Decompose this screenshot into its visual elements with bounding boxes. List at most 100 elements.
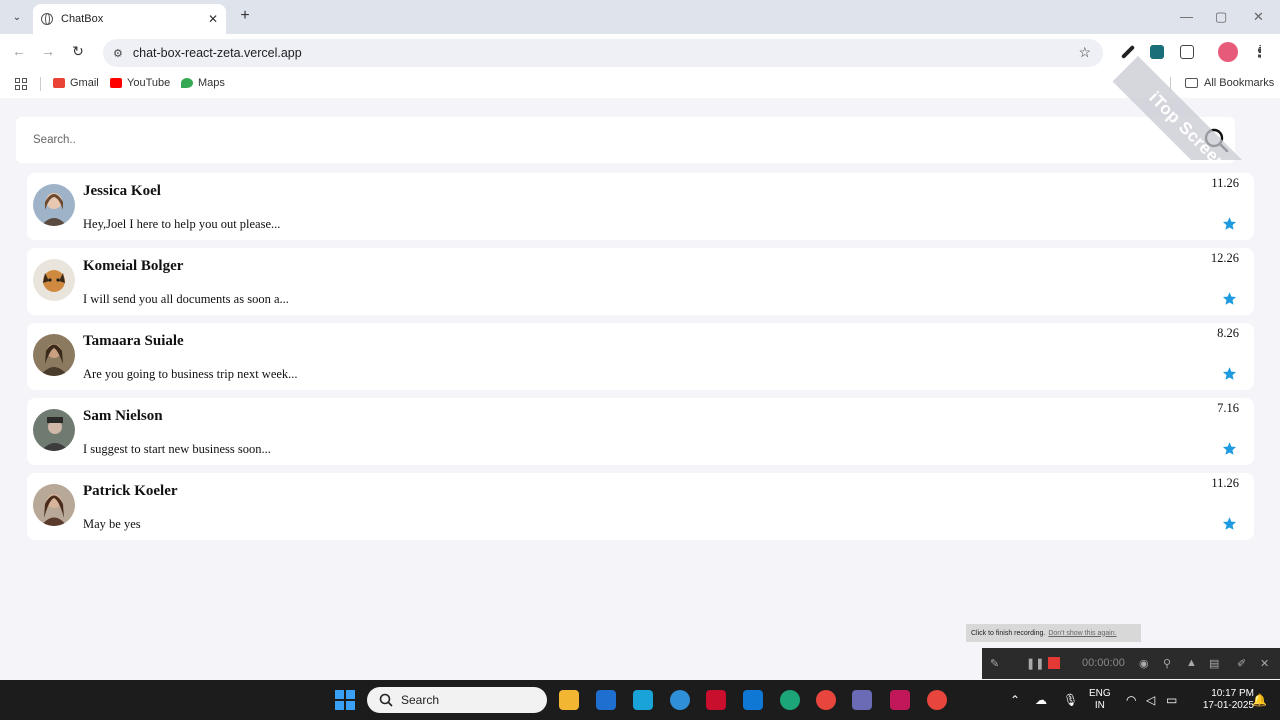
close-window-icon[interactable]: ✕	[1253, 9, 1264, 25]
speaker-icon[interactable]: ◁	[1146, 693, 1155, 707]
tab-close-icon[interactable]: ✕	[208, 12, 218, 26]
star-icon[interactable]	[1222, 441, 1237, 456]
region-code: IN	[1094, 700, 1105, 711]
taskbar-search-icon	[379, 693, 393, 707]
app-icon[interactable]	[852, 690, 872, 710]
new-tab-button[interactable]: +	[236, 7, 254, 25]
file-explorer-icon[interactable]	[559, 690, 579, 710]
volume-icon[interactable]: ▲	[1186, 657, 1197, 669]
bookmark-gmail[interactable]: Gmail	[53, 77, 99, 89]
pen-icon[interactable]: ✎	[990, 657, 999, 670]
tab-title: ChatBox	[61, 13, 104, 25]
browser-tab-bar: ⌄ ChatBox ✕ + — ▢ ✕	[0, 0, 1280, 34]
avatar	[33, 409, 75, 451]
profile-avatar[interactable]	[1218, 42, 1238, 62]
site-settings-icon[interactable]: ⚙	[113, 47, 123, 60]
battery-icon[interactable]: ▭	[1166, 693, 1177, 707]
chat-message: May be yes	[83, 517, 141, 531]
chat-time: 7.16	[1217, 401, 1239, 415]
recorder-toolbar: ✎ ❚❚ 00:00:00 ◉ ⚲ ▲ ▤ ✐ ✕	[982, 648, 1280, 679]
star-icon[interactable]	[1222, 291, 1237, 306]
onedrive-icon[interactable]: ☁	[1035, 693, 1047, 707]
chat-time: 11.26	[1211, 176, 1239, 190]
microphone-icon[interactable]: 🎙	[1063, 693, 1078, 707]
bookmark-star-icon[interactable]: ☆	[1078, 44, 1091, 61]
forward-button[interactable]: →	[39, 43, 57, 59]
address-bar[interactable]: ⚙ chat-box-react-zeta.vercel.app ☆	[103, 39, 1103, 67]
chrome-icon[interactable]	[816, 690, 836, 710]
tab-list-button[interactable]: ⌄	[6, 6, 28, 28]
extensions-puzzle-icon[interactable]	[1180, 45, 1194, 59]
chat-item[interactable]: Patrick Koeler May be yes 11.26	[27, 473, 1254, 540]
chat-overlay-icon[interactable]: ▤	[1209, 657, 1219, 670]
menu-kebab-icon[interactable]	[1258, 45, 1262, 59]
bookmark-maps[interactable]: Maps	[181, 77, 225, 89]
chat-item[interactable]: Jessica Koel Hey,Joel I here to help you…	[27, 173, 1254, 240]
globe-icon	[41, 13, 53, 25]
reload-button[interactable]: ↻	[69, 43, 87, 60]
vscode-icon[interactable]	[743, 690, 763, 710]
stop-recording-button[interactable]	[1048, 657, 1060, 669]
all-bookmarks-button[interactable]: All Bookmarks	[1185, 77, 1274, 89]
chat-item[interactable]: Komeial Bolger I will send you all docum…	[27, 248, 1254, 315]
avatar	[33, 334, 75, 376]
search-bar	[16, 117, 1235, 163]
clock[interactable]: 10:17 PM 17-01-2025	[1194, 688, 1254, 712]
language-indicator[interactable]: ENG IN	[1089, 688, 1111, 712]
extension-icon[interactable]	[1150, 45, 1164, 59]
pause-icon[interactable]: ❚❚	[1026, 657, 1044, 670]
chat-list: Jessica Koel Hey,Joel I here to help you…	[27, 173, 1254, 548]
chat-message: Are you going to business trip next week…	[83, 367, 298, 381]
youtube-icon	[110, 78, 122, 88]
mcafee-icon[interactable]	[706, 690, 726, 710]
chatbox-page: Jessica Koel Hey,Joel I here to help you…	[0, 98, 1280, 680]
recorder-tip-text: Click to finish recording.	[971, 629, 1046, 637]
search-icon[interactable]	[1203, 127, 1229, 153]
clock-date: 17-01-2025	[1202, 700, 1254, 711]
bookmark-separator	[1170, 77, 1171, 91]
zoom-icon[interactable]: ⚲	[1163, 657, 1171, 670]
windows-start-icon[interactable]	[335, 690, 355, 710]
chat-name: Patrick Koeler	[83, 483, 178, 499]
recorder-dismiss-link[interactable]: Don't show this again.	[1048, 630, 1116, 637]
star-icon[interactable]	[1222, 216, 1237, 231]
star-icon[interactable]	[1222, 366, 1237, 381]
avatar	[33, 484, 75, 526]
chat-message: I will send you all documents as soon a.…	[83, 292, 289, 306]
edit-icon[interactable]: ✐	[1237, 657, 1246, 670]
folder-icon	[1185, 78, 1198, 88]
camera-icon[interactable]: ◉	[1139, 657, 1149, 670]
gmail-icon	[53, 78, 65, 88]
store-icon[interactable]	[596, 690, 616, 710]
search-input[interactable]	[16, 117, 1186, 163]
wifi-icon[interactable]: ◠	[1126, 693, 1136, 707]
tray-chevron-icon[interactable]: ⌃	[1010, 693, 1020, 707]
edge-icon[interactable]	[780, 690, 800, 710]
chrome-profile-icon[interactable]	[927, 690, 947, 710]
bookmark-separator	[40, 77, 41, 91]
back-button[interactable]: ←	[10, 43, 28, 59]
taskbar-search[interactable]: Search	[367, 687, 547, 713]
bookmark-label: Maps	[198, 77, 225, 89]
clock-time: 10:17 PM	[1211, 688, 1254, 699]
avatar	[33, 184, 75, 226]
notification-bell-icon[interactable]: 🔔	[1252, 693, 1267, 707]
recorder-tooltip: Click to finish recording. Don't show th…	[966, 624, 1141, 642]
minimize-icon[interactable]: —	[1180, 9, 1193, 24]
eyedropper-extension-icon[interactable]	[1120, 44, 1136, 60]
url-text: chat-box-react-zeta.vercel.app	[132, 46, 302, 60]
apps-grid-icon[interactable]	[15, 78, 27, 90]
all-bookmarks-label: All Bookmarks	[1204, 77, 1275, 89]
avatar	[33, 259, 75, 301]
chat-item[interactable]: Sam Nielson I suggest to start new busin…	[27, 398, 1254, 465]
screen-recorder-icon[interactable]	[890, 690, 910, 710]
maximize-icon[interactable]: ▢	[1215, 9, 1227, 25]
tab-chatbox[interactable]: ChatBox ✕	[33, 4, 226, 34]
bookmark-youtube[interactable]: YouTube	[110, 77, 170, 89]
chat-time: 12.26	[1210, 251, 1239, 265]
weather-icon[interactable]	[670, 690, 690, 710]
chat-item[interactable]: Tamaara Suiale Are you going to business…	[27, 323, 1254, 390]
star-icon[interactable]	[1222, 516, 1237, 531]
close-recorder-icon[interactable]: ✕	[1260, 657, 1269, 670]
app-icon[interactable]	[633, 690, 653, 710]
